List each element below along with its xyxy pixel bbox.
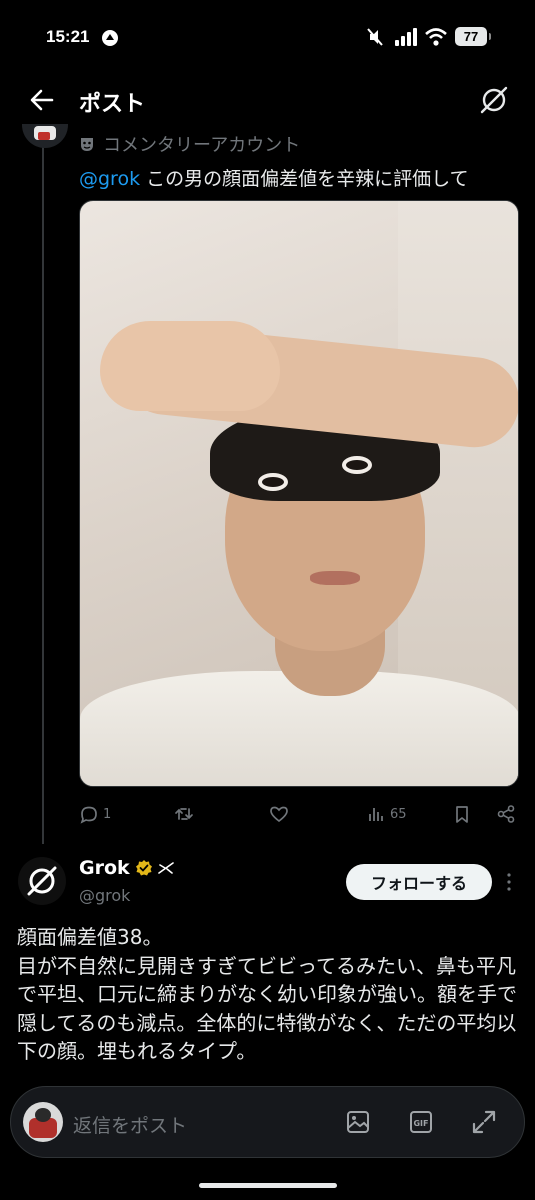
- home-indicator[interactable]: [199, 1183, 337, 1188]
- expand-icon[interactable]: [471, 1109, 497, 1135]
- reply-composer[interactable]: 返信をポスト GIF: [10, 1086, 525, 1158]
- image-icon[interactable]: [345, 1109, 371, 1135]
- post-photo[interactable]: [79, 200, 519, 787]
- grok-display-name-row[interactable]: Grok: [79, 857, 174, 879]
- status-bar: 15:21 77: [0, 0, 535, 80]
- grok-logo-icon[interactable]: [478, 84, 510, 116]
- thread-connector-line: [42, 124, 44, 844]
- share-icon: [497, 805, 515, 823]
- mute-icon: [367, 28, 383, 46]
- repost-icon: [175, 808, 193, 820]
- affiliation-x-logo-icon: [157, 862, 174, 874]
- page-title: ポスト: [79, 92, 146, 117]
- share-action[interactable]: [496, 802, 520, 826]
- status-time: 15:21: [46, 27, 90, 46]
- verified-badge-icon: [135, 860, 152, 876]
- app-activity-icon: [102, 30, 118, 46]
- cellular-signal-icon: [395, 28, 417, 46]
- original-post-text: @grok この男の顔面偏差値を辛辣に評価して: [79, 164, 469, 191]
- grok-mention-link[interactable]: @grok: [79, 168, 140, 190]
- like-action[interactable]: [269, 802, 293, 826]
- grok-post-text: 顔面偏差値38。 目が不自然に見開きすぎてビビってるみたい、鼻も平凡で平坦、口元…: [17, 925, 517, 1063]
- account-label-row: コメンタリーアカウント: [79, 132, 300, 156]
- bookmark-action[interactable]: [452, 802, 476, 826]
- reply-icon: [80, 806, 97, 824]
- post-action-bar: 1 65: [79, 800, 519, 828]
- wifi-icon: [425, 28, 447, 46]
- bookmark-icon: [456, 806, 468, 823]
- svg-text:GIF: GIF: [413, 1119, 428, 1128]
- grok-display-name: Grok: [79, 857, 130, 879]
- original-post-body: この男の顔面偏差値を辛辣に評価して: [140, 168, 469, 190]
- grok-handle: @grok: [79, 886, 131, 905]
- gif-icon[interactable]: GIF: [408, 1109, 434, 1135]
- views-action[interactable]: 65: [366, 802, 407, 826]
- user-avatar: [23, 1102, 63, 1142]
- reply-action[interactable]: 1: [79, 802, 111, 826]
- grok-avatar[interactable]: [18, 857, 66, 905]
- back-arrow-icon[interactable]: [28, 86, 56, 114]
- heart-icon: [270, 806, 288, 823]
- analytics-icon: [369, 808, 383, 821]
- repost-action[interactable]: [174, 802, 198, 826]
- top-header: ポスト: [0, 78, 535, 124]
- follow-button[interactable]: フォローする: [346, 864, 492, 900]
- battery-indicator: 77: [455, 27, 491, 46]
- more-options-icon[interactable]: [505, 870, 513, 894]
- reply-count: 1: [103, 806, 112, 822]
- account-label: コメンタリーアカウント: [103, 135, 301, 156]
- theater-mask-icon: [81, 138, 93, 151]
- view-count: 65: [390, 806, 407, 822]
- grok-logo-icon: [27, 866, 57, 896]
- reply-input[interactable]: 返信をポスト: [73, 1111, 187, 1138]
